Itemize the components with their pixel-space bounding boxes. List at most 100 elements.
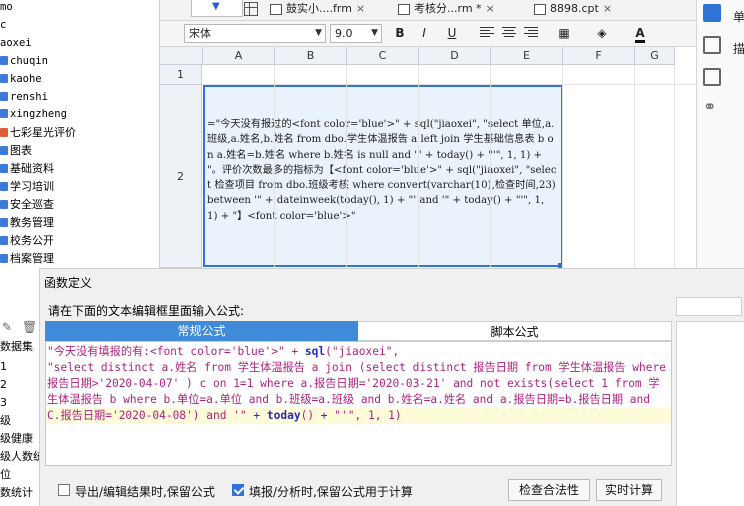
close-icon[interactable]: ×: [356, 2, 365, 15]
row-header-1[interactable]: 1: [160, 65, 202, 85]
tree-item[interactable]: chuqin: [0, 53, 48, 70]
folder-icon: [0, 146, 8, 156]
link-icon[interactable]: ⚭: [703, 98, 721, 116]
dataset-item[interactable]: 2: [0, 376, 7, 393]
row-header-2[interactable]: 2: [160, 85, 202, 268]
formula-editor[interactable]: "今天没有填报的有:<font color='blue'>" + sql("ji…: [45, 341, 672, 466]
folder-icon: [0, 235, 8, 245]
tree-item[interactable]: xingzheng: [0, 106, 67, 123]
tree-item[interactable]: c: [0, 17, 6, 34]
corner-header: [160, 47, 203, 65]
keep-formula-fill-checkbox[interactable]: [232, 484, 244, 496]
delete-icon[interactable]: 🗑: [22, 320, 37, 334]
align-left-icon[interactable]: [480, 27, 494, 39]
tree-item[interactable]: 七彩星光评价: [0, 124, 76, 141]
realtime-calc-button[interactable]: 实时计算: [596, 479, 662, 501]
report-file-icon: [270, 4, 282, 15]
tree-item[interactable]: 档案管理: [0, 250, 54, 267]
dataset-item[interactable]: 级: [0, 412, 11, 429]
tree-item[interactable]: aoxei: [0, 35, 32, 52]
spreadsheet-grid: 1 2 ="今天没有报过的<font color='blue'>" + sql(…: [160, 47, 696, 268]
column-header-a[interactable]: A: [203, 47, 275, 65]
dataset-item[interactable]: 3: [0, 394, 7, 411]
function-list[interactable]: [676, 321, 744, 506]
grid-line: [562, 65, 563, 268]
close-icon[interactable]: ×: [603, 2, 612, 15]
underline-button[interactable]: U: [442, 24, 462, 43]
chevron-down-icon: ▼: [212, 1, 220, 12]
dataset-item[interactable]: 数统计: [0, 484, 33, 501]
tree-item[interactable]: kaohe: [0, 71, 42, 88]
tab-report-1[interactable]: 鼓实小....frm ×: [266, 0, 365, 20]
function-search-input[interactable]: [676, 297, 742, 316]
layers-icon[interactable]: [703, 68, 721, 86]
formula-text[interactable]: "今天没有填报的有:<font color='blue'>" + sql("ji…: [47, 344, 669, 424]
bold-button[interactable]: B: [390, 24, 410, 43]
dataset-item[interactable]: 1: [0, 358, 7, 375]
tree-item[interactable]: 图表: [0, 142, 32, 159]
folder-icon: [0, 128, 8, 138]
dialog-prompt: 请在下面的文本编辑框里面输入公式:: [48, 304, 245, 318]
dataset-item[interactable]: 位: [0, 466, 11, 483]
column-header-g[interactable]: G: [635, 47, 675, 65]
keep-formula-export-label: 导出/编辑结果时,保留公式: [75, 485, 215, 499]
tree-item[interactable]: 教务管理: [0, 214, 54, 231]
chevron-down-icon: ▼: [371, 28, 378, 38]
selected-cell-e2[interactable]: ="今天没有报过的<font color='blue'>" + sql("jia…: [203, 85, 563, 267]
border-icon[interactable]: ▦: [554, 24, 574, 43]
panel-label-1: 单: [733, 10, 744, 24]
folder-icon: [0, 164, 8, 174]
grid-line: [418, 65, 419, 268]
font-color-button[interactable]: A: [630, 24, 650, 43]
tab-dropdown-button[interactable]: ▼: [191, 0, 243, 17]
folder-icon: [0, 253, 8, 263]
tree-item[interactable]: 校务公开: [0, 232, 54, 249]
italic-button[interactable]: I: [414, 24, 434, 43]
fill-color-icon[interactable]: ◈: [592, 24, 612, 43]
column-header-c[interactable]: C: [347, 47, 419, 65]
function-definition-dialog: 函数定义 请在下面的文本编辑框里面输入公式: 常规公式 脚本公式 "今天没有填报…: [40, 268, 744, 506]
tab-report-2[interactable]: 考核分...rm * ×: [394, 0, 495, 20]
folder-icon: [0, 91, 8, 101]
tree-item[interactable]: 基础资料: [0, 160, 54, 177]
tree-item[interactable]: 学习培训: [0, 178, 54, 195]
grid-line: [274, 65, 275, 268]
right-property-panel: ⚭ 单 描: [696, 0, 744, 268]
panel-label-2: 描: [733, 42, 744, 56]
dialog-title: 函数定义: [44, 276, 93, 290]
grid-line: [490, 65, 491, 268]
column-header-b[interactable]: B: [275, 47, 347, 65]
close-icon[interactable]: ×: [486, 2, 495, 15]
tree-item[interactable]: renshi: [0, 89, 48, 106]
align-center-icon[interactable]: [502, 27, 516, 39]
folder-icon: [0, 217, 8, 227]
dataset-item[interactable]: 级健康: [0, 430, 33, 447]
column-header-f[interactable]: F: [563, 47, 635, 65]
tab-report-3[interactable]: 8898.cpt ×: [530, 0, 612, 20]
column-header-d[interactable]: D: [419, 47, 491, 65]
grid-icon[interactable]: [244, 2, 258, 16]
tree-item[interactable]: mo: [0, 0, 13, 16]
edit-icon[interactable]: ✎: [2, 320, 12, 334]
tree-item[interactable]: 安全巡查: [0, 196, 54, 213]
keep-formula-fill-label: 填报/分析时,保留公式用于计算: [249, 485, 413, 499]
folder-icon: [0, 182, 8, 191]
column-header-e[interactable]: E: [491, 47, 563, 65]
align-right-icon[interactable]: [524, 27, 538, 39]
widget-icon[interactable]: [703, 36, 721, 54]
tab-regular-formula[interactable]: 常规公式: [45, 321, 358, 341]
tab-script-formula[interactable]: 脚本公式: [358, 321, 672, 341]
folder-icon: [0, 73, 8, 83]
check-validity-button[interactable]: 检查合法性: [508, 479, 590, 501]
folder-icon: [0, 199, 8, 209]
font-name-select[interactable]: 宋体 ▼: [184, 24, 326, 43]
keep-formula-export-checkbox[interactable]: [58, 484, 70, 496]
cell-properties-icon[interactable]: [703, 4, 721, 22]
dataset-item[interactable]: 级人数统: [0, 448, 39, 465]
font-size-select[interactable]: 9.0 ▼: [330, 24, 382, 43]
format-toolbar: 宋体 ▼ 9.0 ▼ B I U ▦ ◈ A: [160, 21, 696, 47]
folder-icon: [0, 109, 8, 119]
dataset-item[interactable]: 数据集: [0, 338, 33, 355]
report-file-icon: [398, 4, 410, 15]
grid-line: [346, 65, 347, 268]
